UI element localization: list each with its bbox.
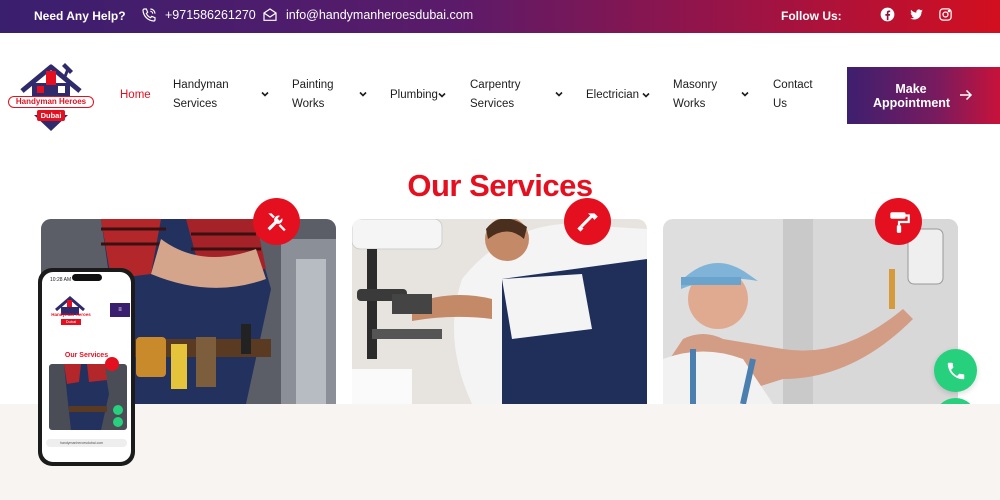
chevron-down-icon <box>438 92 446 98</box>
mail-icon <box>263 8 277 21</box>
phone-notch <box>72 274 102 281</box>
logo-text-line1: Handyman Heroes <box>8 96 94 108</box>
nav-label: Masonry <box>673 79 718 91</box>
service-card-painting[interactable] <box>663 219 958 404</box>
chevron-down-icon <box>555 91 563 97</box>
section-title: Our Services <box>407 168 593 203</box>
nav-item-handyman-services[interactable]: Handyman Services <box>173 76 273 114</box>
phone-badge <box>105 357 119 371</box>
phone-screen: 10:28 AM Handyman Heroes Dubai ≡ Our Ser… <box>42 272 131 462</box>
phone-mockup: 10:28 AM Handyman Heroes Dubai ≡ Our Ser… <box>38 268 135 466</box>
nav-item-electrician[interactable]: Electrician <box>586 86 656 105</box>
service-card-plumbing[interactable] <box>352 219 647 404</box>
help-text: Need Any Help? <box>34 9 126 23</box>
phone-menu-button: ≡ <box>110 303 130 317</box>
nav-label-line2: Us <box>773 98 788 110</box>
nav-label-line2: Works <box>673 98 706 110</box>
chevron-down-icon <box>261 91 269 97</box>
service-image-plumbing <box>352 219 647 404</box>
site-logo[interactable]: Handyman Heroes Dubai <box>8 57 94 133</box>
instagram-icon[interactable] <box>938 7 953 22</box>
main-header: Handyman Heroes Dubai Home Handyman Serv… <box>0 33 1000 160</box>
nav-item-contact-us[interactable]: Contact Us <box>773 76 823 114</box>
nav-label-line2: Works <box>292 98 325 110</box>
top-bar: Need Any Help? +971586261270 info@handym… <box>0 0 1000 33</box>
nav-item-carpentry-services[interactable]: Carpentry Services <box>470 76 570 114</box>
twitter-icon[interactable] <box>909 7 924 22</box>
facebook-icon[interactable] <box>880 7 895 22</box>
social-links <box>880 7 953 22</box>
cta-label-line2: Appointment <box>873 96 951 110</box>
nav-label: Painting <box>292 79 334 91</box>
nav-item-home[interactable]: Home <box>120 86 151 105</box>
nav-label: Home <box>120 89 151 101</box>
nav-label: Handyman <box>173 79 229 91</box>
phone-logo-text-line2: Dubai <box>61 319 81 325</box>
make-appointment-button[interactable]: Make Appointment <box>847 67 1000 124</box>
follow-us-label: Follow Us: <box>781 9 842 23</box>
phone-time: 10:28 AM <box>50 277 72 283</box>
paint-roller-icon <box>875 198 922 245</box>
nav-label: Electrician <box>586 89 640 101</box>
section-background <box>0 404 1000 500</box>
nav-item-masonry-works[interactable]: Masonry Works <box>673 76 753 114</box>
email-address: info@handymanheroesdubai.com <box>286 8 474 22</box>
tools-icon <box>253 198 300 245</box>
phone-logo-text: Handyman Heroes <box>51 312 91 317</box>
service-image-painting <box>663 219 958 404</box>
phone-call-icon <box>947 362 964 379</box>
nav-label: Contact <box>773 79 813 91</box>
chevron-down-icon <box>359 91 367 97</box>
nav-item-plumbing[interactable]: Plumbing <box>390 86 450 105</box>
nav-label-line2: Services <box>173 98 218 110</box>
logo-text-line2: Dubai <box>37 110 65 121</box>
chevron-down-icon <box>741 91 749 97</box>
arrow-right-icon <box>960 89 973 101</box>
phone-number: +971586261270 <box>165 8 256 22</box>
phone-url-bar: handymanheroesdubai.com <box>46 439 127 447</box>
email-link[interactable]: info@handymanheroesdubai.com <box>262 7 473 23</box>
nav-label-line2: Services <box>470 98 515 110</box>
nav-label: Carpentry <box>470 79 521 91</box>
nav-item-painting-works[interactable]: Painting Works <box>292 76 372 114</box>
chevron-down-icon <box>642 92 650 98</box>
hammer-icon <box>564 198 611 245</box>
phone-service-image <box>49 364 127 430</box>
nav-label: Plumbing <box>390 89 438 101</box>
phone-link[interactable]: +971586261270 <box>141 7 256 23</box>
phone-icon <box>142 8 156 22</box>
page: Need Any Help? +971586261270 info@handym… <box>0 0 1000 500</box>
cta-label-line1: Make <box>895 82 927 96</box>
call-button[interactable] <box>934 349 977 392</box>
phone-section-title: Our Services <box>64 352 109 359</box>
